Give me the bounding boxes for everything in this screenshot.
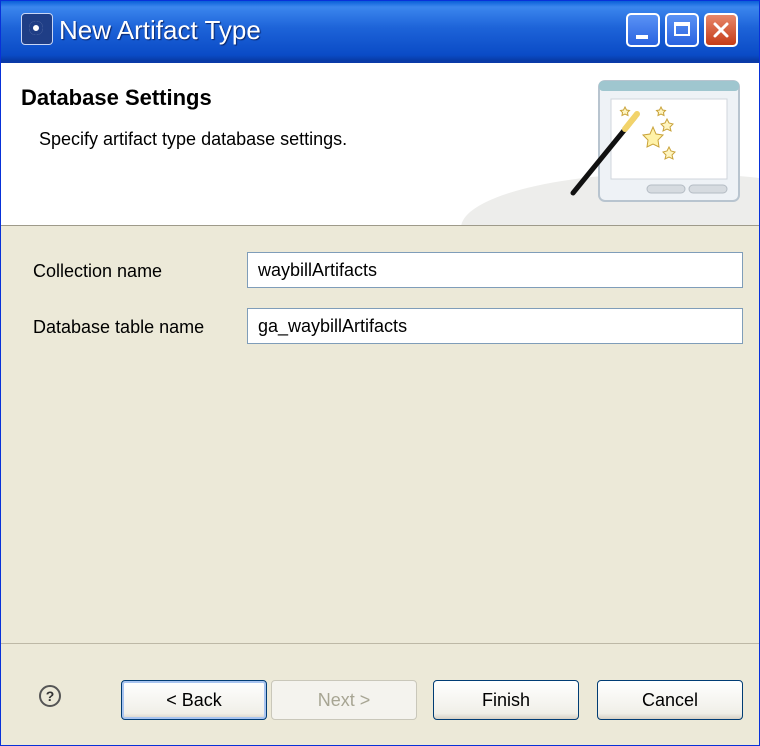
- back-button[interactable]: < Back: [121, 680, 267, 720]
- page-description: Specify artifact type database settings.: [39, 129, 348, 149]
- collection-name-input[interactable]: [247, 252, 743, 288]
- database-table-name-label: Database table name: [33, 317, 205, 337]
- button-bar-separator: [1, 643, 759, 644]
- close-button[interactable]: [704, 13, 738, 47]
- title-bar[interactable]: New Artifact Type: [1, 1, 759, 63]
- maximize-button[interactable]: [665, 13, 699, 47]
- window-title: New Artifact Type: [59, 15, 261, 45]
- close-icon: [713, 22, 729, 38]
- cancel-button[interactable]: Cancel: [597, 680, 743, 720]
- app-icon: [21, 13, 53, 45]
- collection-name-label: Collection name: [33, 261, 163, 281]
- page-title: Database Settings: [21, 85, 212, 110]
- wizard-header: Database Settings Specify artifact type …: [1, 63, 759, 226]
- database-table-name-input[interactable]: [247, 308, 743, 344]
- dialog-window: New Artifact Type Database Settings Spec…: [0, 0, 760, 746]
- next-button[interactable]: Next >: [271, 680, 417, 720]
- finish-button[interactable]: Finish: [433, 680, 579, 720]
- help-icon[interactable]: ?: [39, 685, 61, 707]
- wizard-wand-icon: [570, 80, 740, 202]
- minimize-button[interactable]: [626, 13, 660, 47]
